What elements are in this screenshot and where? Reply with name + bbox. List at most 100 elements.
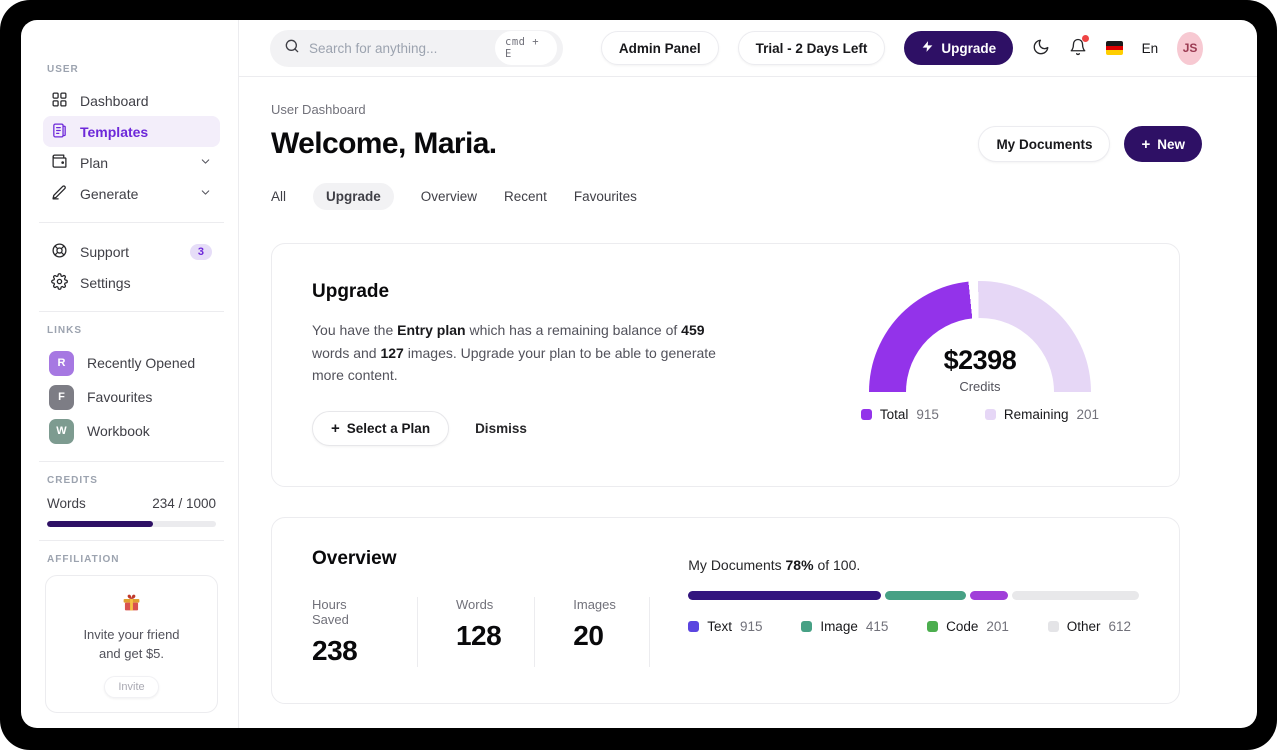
credits-gauge-value: $2398 — [943, 345, 1017, 375]
sidebar-section-affiliation-label: AFFILIATION — [47, 554, 120, 565]
upgrade-card-left: Upgrade You have the Entry plan which ha… — [312, 281, 720, 447]
bar-segment-code — [970, 591, 1008, 601]
overview-card: Overview Hours Saved 238 Words 128 Image… — [271, 517, 1180, 705]
tab-recent[interactable]: Recent — [504, 183, 547, 210]
chevron-down-icon — [199, 186, 212, 202]
legend-item-other: Other 612 — [1047, 619, 1131, 634]
sidebar-item-plan[interactable]: Plan — [43, 147, 220, 178]
sidebar-item-dashboard[interactable]: Dashboard — [43, 85, 220, 116]
app-window: USER Dashboard Templates Plan Generate S… — [21, 20, 1257, 728]
sidebar-item-settings[interactable]: Settings — [43, 267, 220, 298]
credits-type-label: Words — [47, 496, 86, 511]
breadcrumb: User Dashboard — [271, 102, 366, 117]
new-button[interactable]: + New — [1124, 126, 1202, 162]
notifications-button[interactable] — [1069, 34, 1090, 59]
credits-gauge: $2398 Credits Total 915 Remaining 201 — [860, 281, 1099, 446]
sidebar-divider — [39, 540, 224, 541]
gear-icon — [51, 272, 68, 293]
dashboard-content: User Dashboard Welcome, Maria. My Docume… — [239, 77, 1257, 728]
words-progress-bar — [47, 521, 216, 527]
legend-swatch — [1047, 621, 1059, 633]
overview-card-left: Overview Hours Saved 238 Words 128 Image… — [312, 548, 688, 668]
search-input[interactable] — [309, 40, 486, 56]
sidebar-item-label: Support — [80, 243, 130, 260]
credits-gauge-legend: Total 915 Remaining 201 — [860, 407, 1099, 422]
upgrade-card-title: Upgrade — [312, 281, 390, 302]
search-shortcut-badge: cmd + E — [495, 31, 557, 65]
legend-swatch — [688, 621, 700, 633]
link-label: Favourites — [87, 389, 153, 405]
grid-icon — [51, 91, 68, 111]
user-avatar[interactable]: JS — [1177, 31, 1204, 65]
sidebar-item-label: Settings — [80, 274, 131, 291]
link-label: Recently Opened — [87, 355, 196, 371]
plus-icon: + — [331, 420, 340, 438]
credits-value: 234 / 1000 — [152, 496, 216, 511]
legend-item-remaining: Remaining 201 — [984, 407, 1099, 422]
stat-hours-saved: Hours Saved 238 — [312, 597, 418, 668]
legend-item-total: Total 915 — [860, 407, 939, 422]
dashboard-tabs: All Upgrade Overview Recent Favourites — [271, 183, 1180, 210]
sidebar-item-templates[interactable]: Templates — [43, 116, 220, 147]
sidebar-item-label: Plan — [80, 154, 109, 171]
bar-segment-other — [1011, 591, 1139, 601]
tab-upgrade[interactable]: Upgrade — [313, 183, 394, 210]
bar-segment-image — [885, 591, 967, 601]
legend-item-code: Code 201 — [927, 619, 1009, 634]
sidebar-item-label: Templates — [80, 123, 149, 140]
search-box[interactable]: cmd + E — [270, 29, 563, 67]
sidebar-section-credits-label: CREDITS — [47, 475, 98, 486]
documents-stacked-bar — [688, 591, 1139, 601]
moon-icon — [1032, 38, 1050, 59]
documents-progress-section: My Documents 78% of 100. Text 915 Image … — [688, 548, 1139, 667]
legend-swatch — [984, 409, 996, 420]
sidebar-link-favourites[interactable]: F Favourites — [43, 380, 220, 414]
tab-favourites[interactable]: Favourites — [574, 183, 637, 210]
chevron-down-icon — [199, 155, 212, 171]
window-frame: USER Dashboard Templates Plan Generate S… — [0, 0, 1277, 750]
tab-overview[interactable]: Overview — [421, 183, 477, 210]
documents-progress-caption: My Documents 78% of 100. — [688, 557, 861, 574]
sidebar-item-label: Dashboard — [80, 92, 149, 109]
invite-button[interactable]: Invite — [104, 675, 159, 698]
sidebar-item-generate[interactable]: Generate — [43, 178, 220, 209]
support-count-badge: 3 — [189, 243, 212, 260]
main-area: cmd + E Admin Panel Trial - 2 Days Left … — [239, 20, 1257, 728]
sidebar: USER Dashboard Templates Plan Generate S… — [21, 20, 239, 728]
bar-segment-text — [688, 591, 882, 601]
my-documents-button[interactable]: My Documents — [978, 126, 1111, 162]
tab-all[interactable]: All — [271, 183, 286, 210]
search-icon — [284, 38, 300, 59]
gift-icon — [121, 594, 142, 617]
affiliation-card: Invite your friend and get $5. Invite — [45, 575, 218, 713]
plus-icon: + — [1141, 135, 1151, 153]
page-title: Welcome, Maria. — [271, 127, 497, 160]
lifebuoy-icon — [51, 242, 68, 262]
language-flag-germany[interactable] — [1106, 41, 1123, 55]
select-plan-button[interactable]: + Select a Plan — [312, 411, 450, 447]
link-avatar: W — [49, 418, 74, 444]
documents-bar-legend: Text 915 Image 415 Code 201 Other 612 — [688, 619, 1139, 634]
upgrade-card-body: You have the Entry plan which has a rema… — [312, 322, 716, 384]
language-label[interactable]: En — [1142, 41, 1159, 56]
link-avatar: R — [49, 350, 74, 376]
sidebar-section-links-label: LINKS — [47, 325, 82, 336]
upgrade-card: Upgrade You have the Entry plan which ha… — [271, 243, 1180, 488]
link-avatar: F — [49, 384, 74, 410]
sidebar-link-workbook[interactable]: W Workbook — [43, 414, 220, 448]
notification-dot — [1082, 34, 1090, 42]
sidebar-divider — [39, 461, 224, 462]
sidebar-link-recently-opened[interactable]: R Recently Opened — [43, 346, 220, 380]
dark-mode-toggle[interactable] — [1032, 38, 1050, 59]
dismiss-button[interactable]: Dismiss — [475, 421, 527, 436]
overview-stats: Hours Saved 238 Words 128 Images 20 — [312, 597, 688, 668]
upgrade-button[interactable]: Upgrade — [904, 31, 1014, 65]
sidebar-item-label: Generate — [80, 185, 139, 202]
sidebar-item-support[interactable]: Support 3 — [43, 236, 220, 267]
credits-gauge-label: Credits — [959, 379, 1001, 392]
admin-panel-button[interactable]: Admin Panel — [600, 31, 719, 65]
trial-status-button[interactable]: Trial - 2 Days Left — [737, 31, 886, 65]
stat-words: Words 128 — [456, 597, 536, 668]
lightning-icon — [921, 40, 934, 56]
link-label: Workbook — [87, 423, 150, 439]
